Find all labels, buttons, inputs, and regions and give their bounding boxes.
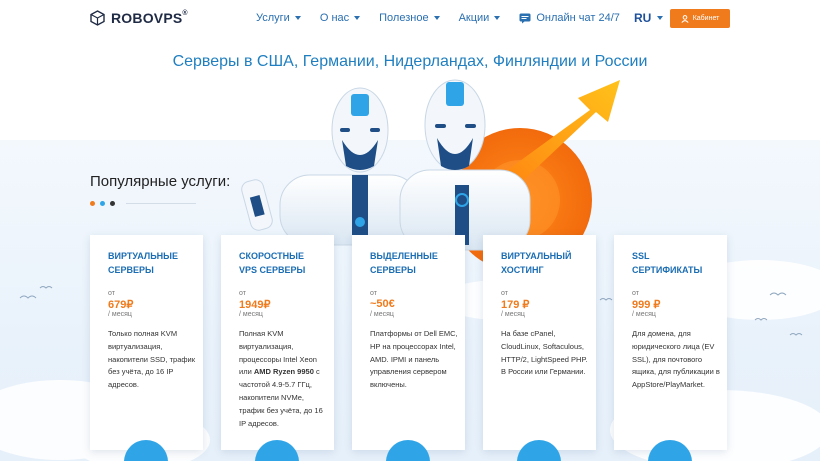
card-title-line1: SSL [632,251,650,261]
card-price: 1949₽ [239,299,271,311]
logo[interactable]: ROBOVPS® [90,10,188,26]
chevron-down-icon [354,16,361,20]
price-prefix: от [632,290,639,297]
service-card-virtual-servers[interactable]: ВИРТУАЛЬНЫЕ СЕРВЕРЫ от 679₽ / месяц Толь… [90,235,203,461]
price-period: / месяц [108,311,132,318]
card-title-line1: ВИРТУАЛЬНЫЙ [501,251,572,261]
card-title-line2: СЕРВЕРЫ [108,265,154,275]
robot-left [241,87,421,246]
price-prefix: от [501,290,508,297]
slider-dot[interactable] [110,201,115,206]
card-title-line2: СЕРВЕРЫ [370,265,416,275]
online-chat-link[interactable]: Онлайн чат 24/7 [519,12,620,24]
price-prefix: от [370,290,377,297]
chat-icon [519,13,531,23]
card-description-highlight: AMD Ryzen 9950 [253,367,314,377]
chevron-down-icon [657,16,664,20]
card-price: ~50€ [370,298,395,310]
top-header: ROBOVPS® Услуги О нас Полезное Акции Онл… [0,0,820,36]
slider-dot-active[interactable] [90,201,95,206]
card-icon-bubble [386,440,430,461]
hero-title: Серверы в США, Германии, Нидерландах, Фи… [172,53,648,70]
service-card-dedicated-servers[interactable]: ВЫДЕЛЕННЫЕ СЕРВЕРЫ от ~50€ / месяц Платф… [352,235,465,461]
price-period: / месяц [632,311,656,318]
card-description: Полная KVM виртуализация, процессоры Int… [239,328,327,430]
card-title-line2: СЕРТИФИКАТЫ [632,265,703,275]
language-label: RU [634,11,652,25]
logo-text: ROBOVPS® [111,10,188,26]
slider-dots [90,201,196,206]
card-icon-bubble [648,440,692,461]
card-description-part: с частотой 4.9-5.7 ГГц, накопители NVMe,… [239,367,323,428]
user-icon [681,14,689,23]
popular-services-title: Популярные услуги: [90,173,231,190]
chat-label: Онлайн чат 24/7 [536,12,620,24]
nav-label: Акции [458,12,490,24]
language-selector[interactable]: RU [634,11,664,25]
card-icon-bubble [124,440,168,461]
card-price: 679₽ [108,299,134,311]
price-period: / месяц [501,311,525,318]
service-card-fast-vps[interactable]: СКОРОСТНЫЕ VPS СЕРВЕРЫ от 1949₽ / месяц … [221,235,334,461]
nav-item-services[interactable]: Услуги [256,12,301,24]
divider [126,203,196,204]
chevron-down-icon [294,16,301,20]
service-card-ssl-certificates[interactable]: SSL СЕРТИФИКАТЫ от 999 ₽ / месяц Для дом… [614,235,727,461]
card-title-line2: VPS СЕРВЕРЫ [239,265,306,275]
card-title-line2: ХОСТИНГ [501,265,544,275]
nav-label: Услуги [256,12,290,24]
page: ROBOVPS® Услуги О нас Полезное Акции Онл… [0,0,820,461]
price-period: / месяц [239,311,263,318]
chevron-down-icon [494,16,501,20]
nav-item-about[interactable]: О нас [319,12,361,24]
card-description: Только полная KVM виртуализация, накопит… [108,329,196,390]
nav-item-promotions[interactable]: Акции [459,12,501,24]
card-title-line1: ВИРТУАЛЬНЫЕ [108,251,178,261]
card-title-line1: ВЫДЕЛЕННЫЕ [370,251,438,261]
cabinet-button[interactable]: Кабинет [670,9,730,28]
card-description: На базе cPanel, CloudLinux, Softaculous,… [501,329,588,377]
nav-item-useful[interactable]: Полезное [379,12,440,24]
card-title-line1: СКОРОСТНЫЕ [239,251,304,261]
card-price: 999 ₽ [632,299,661,311]
price-prefix: от [239,290,246,297]
card-icon-bubble [255,440,299,461]
main-nav: Услуги О нас Полезное Акции Онлайн чат 2… [256,12,620,24]
price-period: / месяц [370,311,394,318]
card-description: Платформы от Dell EMC, HP на процессорах… [370,329,458,390]
cabinet-label: Кабинет [692,15,720,22]
chevron-down-icon [433,16,440,20]
service-card-virtual-hosting[interactable]: ВИРТУАЛЬНЫЙ ХОСТИНГ от 179 ₽ / месяц На … [483,235,596,461]
card-price: 179 ₽ [501,299,530,311]
slider-dot[interactable] [100,201,105,206]
nav-label: О нас [319,12,350,24]
cube-logo-icon [90,10,105,26]
card-description: Для домена, для юридического лица (EV SS… [632,329,720,390]
price-prefix: от [108,290,115,297]
nav-label: Полезное [379,12,429,24]
card-icon-bubble [517,440,561,461]
